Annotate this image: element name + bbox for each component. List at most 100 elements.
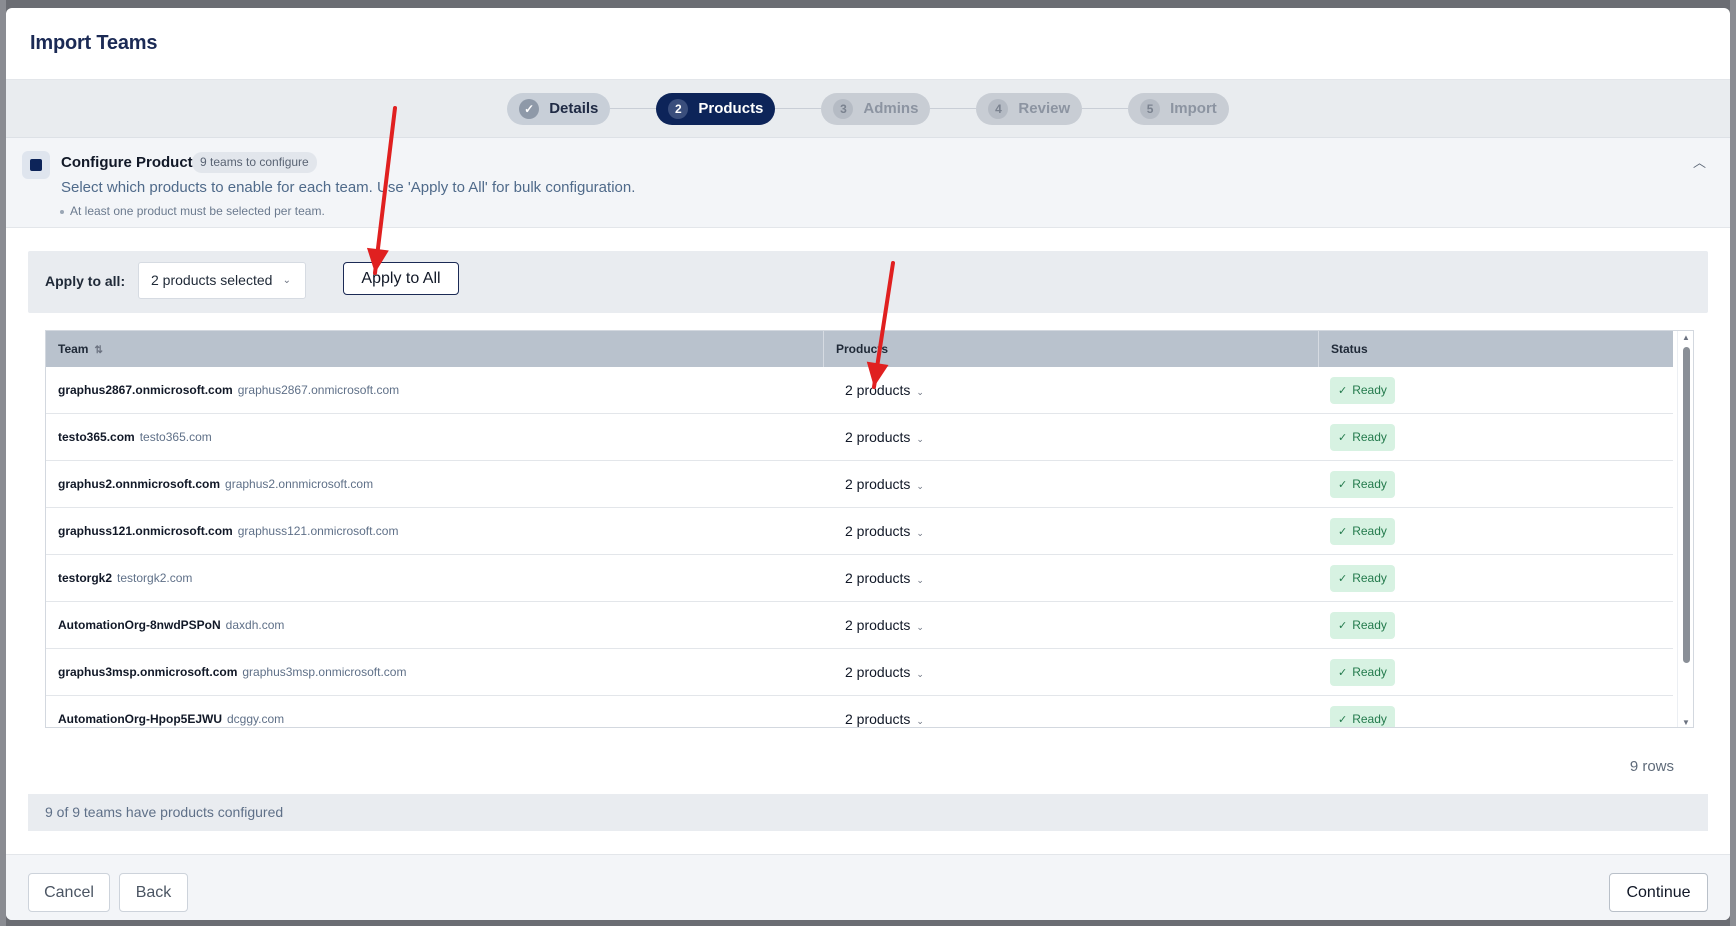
table-scrollbar[interactable]: ▲ ▼ bbox=[1677, 331, 1693, 727]
step-review[interactable]: 4 Review bbox=[976, 92, 1083, 125]
configure-products-panel: Configure Products 9 teams to configure … bbox=[6, 138, 1730, 228]
table-row[interactable]: graphus2867.onmicrosoft.com graphus2867.o… bbox=[46, 367, 1673, 414]
team-domain: graphus2.onnmicrosoft.com bbox=[225, 477, 374, 491]
status-text: Ready bbox=[1352, 477, 1387, 491]
products-value: 2 products bbox=[845, 382, 911, 398]
step-number: 4 bbox=[988, 98, 1009, 119]
team-cell: AutomationOrg-Hpop5EJWU dcggy.com bbox=[46, 712, 824, 726]
table-row[interactable]: testorgk2 testorgk2.com 2 products ⌄ ✓ Ready bbox=[46, 555, 1673, 602]
table-row[interactable]: testo365.com testo365.com 2 products ⌄ ✓ Read… bbox=[46, 414, 1673, 461]
chevron-down-icon: ⌄ bbox=[916, 528, 924, 538]
cancel-button[interactable]: Cancel bbox=[28, 873, 110, 912]
table-row[interactable]: graphus3msp.onmicrosoft.com graphus3msp.o… bbox=[46, 649, 1673, 696]
step-label: Admins bbox=[863, 100, 919, 117]
status-text: Ready bbox=[1352, 712, 1387, 726]
products-dropdown[interactable]: 2 products ⌄ bbox=[824, 382, 1319, 398]
status-text: Ready bbox=[1352, 524, 1387, 538]
step-products[interactable]: 2 Products bbox=[656, 92, 776, 125]
step-admins[interactable]: 3 Admins bbox=[821, 92, 931, 125]
status-cell: ✓ Ready bbox=[1319, 564, 1673, 592]
status-badge: ✓ Ready bbox=[1330, 705, 1395, 727]
scroll-down-icon[interactable]: ▼ bbox=[1682, 718, 1690, 727]
status-badge: ✓ Ready bbox=[1330, 423, 1395, 451]
row-count: 9 rows bbox=[1629, 758, 1674, 775]
step-connector bbox=[930, 108, 977, 109]
apply-to-all-button[interactable]: Apply to All bbox=[343, 262, 459, 295]
products-dropdown[interactable]: 2 products ⌄ bbox=[824, 617, 1319, 633]
scroll-thumb[interactable] bbox=[1683, 347, 1690, 663]
teams-table: Team ⇅ Products Status graphus2867.onmicr… bbox=[45, 330, 1694, 728]
configuration-summary: 9 of 9 teams have products configured bbox=[28, 794, 1708, 831]
team-cell: AutomationOrg-8nwdPSPoN daxdh.com bbox=[46, 618, 824, 632]
products-dropdown[interactable]: 2 products ⌄ bbox=[824, 664, 1319, 680]
status-cell: ✓ Ready bbox=[1319, 470, 1673, 498]
back-button[interactable]: Back bbox=[119, 873, 188, 912]
check-icon: ✓ bbox=[1338, 713, 1348, 726]
status-cell: ✓ Ready bbox=[1319, 376, 1673, 404]
chevron-down-icon: ⌄ bbox=[916, 575, 924, 585]
team-cell: graphus3msp.onmicrosoft.com graphus3msp.o… bbox=[46, 665, 824, 679]
scroll-up-icon[interactable]: ▲ bbox=[1682, 333, 1690, 342]
table-body: graphus2867.onmicrosoft.com graphus2867.o… bbox=[46, 367, 1673, 727]
team-domain: graphuss121.onmicrosoft.com bbox=[237, 524, 399, 538]
status-cell: ✓ Ready bbox=[1319, 658, 1673, 686]
team-cell: testorgk2 testorgk2.com bbox=[46, 571, 824, 585]
products-dropdown[interactable]: 2 products ⌄ bbox=[824, 570, 1319, 586]
check-icon: ✓ bbox=[1338, 666, 1348, 679]
step-connector bbox=[610, 108, 657, 109]
step-connector bbox=[1082, 108, 1129, 109]
table-row[interactable]: graphus2.onnmicrosoft.com graphus2.onnmic… bbox=[46, 461, 1673, 508]
step-import[interactable]: 5 Import bbox=[1128, 92, 1229, 125]
table-row[interactable]: AutomationOrg-8nwdPSPoN daxdh.com 2 produc… bbox=[46, 602, 1673, 649]
products-select[interactable]: 2 products selected ⌄ bbox=[138, 262, 306, 299]
status-text: Ready bbox=[1352, 383, 1387, 397]
status-badge: ✓ Ready bbox=[1330, 611, 1395, 639]
status-text: Ready bbox=[1352, 430, 1387, 444]
team-domain: daxdh.com bbox=[225, 618, 285, 632]
table-row[interactable]: graphuss121.onmicrosoft.com graphuss121.o… bbox=[46, 508, 1673, 555]
team-cell: graphuss121.onmicrosoft.com graphuss121.o… bbox=[46, 524, 824, 538]
team-name: testorgk2 bbox=[58, 571, 113, 585]
team-name: graphus3msp.onmicrosoft.com bbox=[58, 665, 238, 679]
products-dropdown[interactable]: 2 products ⌄ bbox=[824, 523, 1319, 539]
products-value: 2 products bbox=[845, 664, 911, 680]
column-header-products: Products bbox=[824, 331, 1319, 367]
products-value: 2 products bbox=[845, 617, 911, 633]
check-icon: ✓ bbox=[1338, 525, 1348, 538]
step-label: Details bbox=[549, 100, 599, 117]
team-domain: dcggy.com bbox=[227, 712, 285, 726]
products-dropdown[interactable]: 2 products ⌄ bbox=[824, 476, 1319, 492]
configure-title: Configure Products bbox=[61, 154, 202, 171]
chevron-up-icon[interactable]: ︿ bbox=[1693, 152, 1706, 171]
step-label: Products bbox=[698, 100, 764, 117]
team-domain: testo365.com bbox=[139, 430, 212, 444]
step-number: 3 bbox=[833, 98, 854, 119]
checkbox-square-icon bbox=[30, 159, 42, 171]
modal-footer: Cancel Back Continue bbox=[6, 854, 1730, 920]
check-icon: ✓ bbox=[1338, 619, 1348, 632]
continue-button[interactable]: Continue bbox=[1609, 873, 1708, 912]
team-cell: graphus2867.onmicrosoft.com graphus2867.o… bbox=[46, 383, 824, 397]
products-dropdown[interactable]: 2 products ⌄ bbox=[824, 711, 1319, 727]
step-details[interactable]: ✓ Details bbox=[507, 92, 611, 125]
modal-header: Import Teams bbox=[6, 8, 1730, 80]
chevron-down-icon: ⌄ bbox=[916, 716, 924, 726]
team-name: graphus2.onnmicrosoft.com bbox=[58, 477, 221, 491]
products-value: 2 products bbox=[845, 429, 911, 445]
sort-icon[interactable]: ⇅ bbox=[94, 345, 102, 356]
check-icon: ✓ bbox=[1338, 384, 1348, 397]
chevron-down-icon: ⌄ bbox=[916, 622, 924, 632]
teams-count-badge: 9 teams to configure bbox=[192, 152, 317, 173]
status-text: Ready bbox=[1352, 618, 1387, 632]
status-badge: ✓ Ready bbox=[1330, 470, 1395, 498]
products-value: 2 products bbox=[845, 523, 911, 539]
products-value: 2 products bbox=[845, 711, 911, 727]
team-cell: graphus2.onnmicrosoft.com graphus2.onnmic… bbox=[46, 477, 824, 491]
configure-checkbox[interactable] bbox=[22, 151, 50, 179]
status-text: Ready bbox=[1352, 571, 1387, 585]
step-label: Import bbox=[1170, 100, 1217, 117]
table-row[interactable]: AutomationOrg-Hpop5EJWU dcggy.com 2 produc… bbox=[46, 696, 1673, 727]
column-header-team[interactable]: Team ⇅ bbox=[46, 331, 824, 367]
products-dropdown[interactable]: 2 products ⌄ bbox=[824, 429, 1319, 445]
step-connector bbox=[775, 108, 822, 109]
